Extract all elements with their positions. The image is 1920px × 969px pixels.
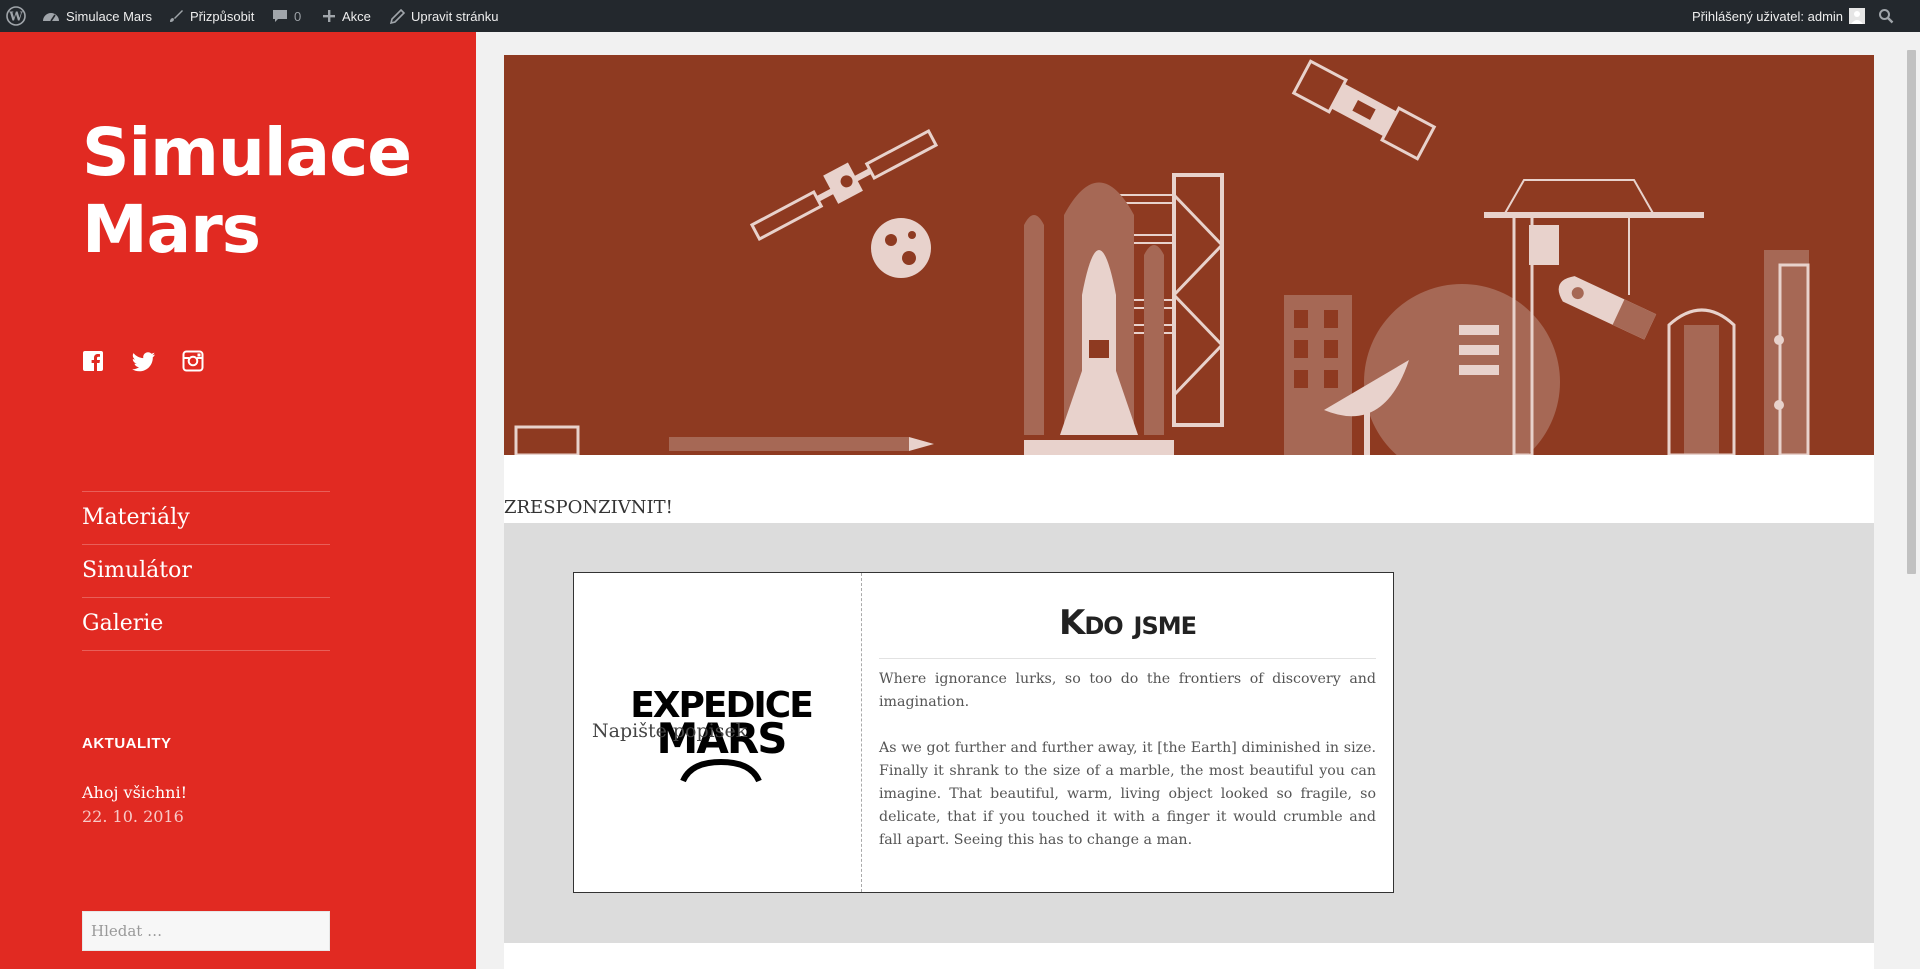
next-section xyxy=(504,943,1874,969)
menu-item-simulator[interactable]: Simulátor xyxy=(82,545,330,598)
site-title-line-2: Mars xyxy=(82,191,261,268)
about-card: EXPEDICE MARS Napište popisek Kdo jsme W… xyxy=(573,572,1394,893)
facebook-icon[interactable] xyxy=(82,350,106,374)
comments-count: 0 xyxy=(294,8,302,24)
user-account-menu[interactable]: Přihlášený uživatel: admin xyxy=(1692,0,1866,32)
post-title: ZRESPONZIVNIT! xyxy=(504,497,673,518)
menu-item-galerie[interactable]: Galerie xyxy=(82,598,330,651)
edit-page-menu[interactable]: Upravit stránku xyxy=(390,0,498,32)
menu-item-materialy[interactable]: Materiály xyxy=(82,492,330,545)
plus-icon xyxy=(323,10,335,22)
widget-title: AKTUALITY xyxy=(82,735,172,752)
admin-bar: W Simulace Mars Přizpůsobit 0 Akce Uprav… xyxy=(0,0,1920,32)
new-content-menu[interactable]: Akce xyxy=(322,0,371,32)
scrollbar-thumb[interactable] xyxy=(1907,50,1916,574)
card-heading: Kdo jsme xyxy=(1059,603,1197,643)
search-input[interactable] xyxy=(82,911,330,951)
customize-label: Přizpůsobit xyxy=(190,8,255,24)
main-menu: Materiály Simulátor Galerie xyxy=(82,491,330,651)
header-image xyxy=(504,55,1874,455)
brush-icon xyxy=(170,10,183,22)
sidebar: Simulace Mars Materiály Simulátor Galeri… xyxy=(0,32,476,969)
card-separator xyxy=(879,658,1376,659)
wordpress-logo-icon[interactable]: W xyxy=(6,0,26,32)
new-content-label: Akce xyxy=(342,8,371,24)
comments-menu[interactable]: 0 xyxy=(272,0,301,32)
card-paragraph-2: As we got further and further away, it [… xyxy=(879,740,1376,848)
image-caption[interactable]: Napište popisek xyxy=(592,720,747,742)
space-illustration xyxy=(514,59,1810,455)
adminbar-search-icon[interactable] xyxy=(1878,0,1894,32)
instagram-icon[interactable] xyxy=(182,350,206,374)
customize-menu[interactable]: Přizpůsobit xyxy=(168,0,254,32)
card-paragraph-1: Where ignorance lurks, so too do the fro… xyxy=(879,671,1376,710)
edit-page-label: Upravit stránku xyxy=(411,8,499,24)
svg-text:W: W xyxy=(8,10,23,24)
site-name-menu[interactable]: Simulace Mars xyxy=(42,0,152,32)
card-divider xyxy=(861,573,862,892)
user-greeting: Přihlášený uživatel: admin xyxy=(1692,8,1844,24)
recent-post-link[interactable]: Ahoj všichni! xyxy=(82,783,187,802)
pencil-icon xyxy=(390,8,405,24)
avatar xyxy=(1849,8,1866,24)
dashboard-icon xyxy=(43,13,59,22)
page-scrollbar[interactable] xyxy=(1903,32,1920,969)
site-title-line-1: Simulace xyxy=(82,114,412,191)
post-header: ZRESPONZIVNIT! xyxy=(504,455,1874,523)
comment-icon xyxy=(273,10,287,22)
twitter-icon[interactable] xyxy=(132,350,156,374)
site-name-label: Simulace Mars xyxy=(66,8,152,24)
site-title[interactable]: Simulace Mars xyxy=(82,114,412,268)
recent-post-date: 22. 10. 2016 xyxy=(82,807,184,826)
